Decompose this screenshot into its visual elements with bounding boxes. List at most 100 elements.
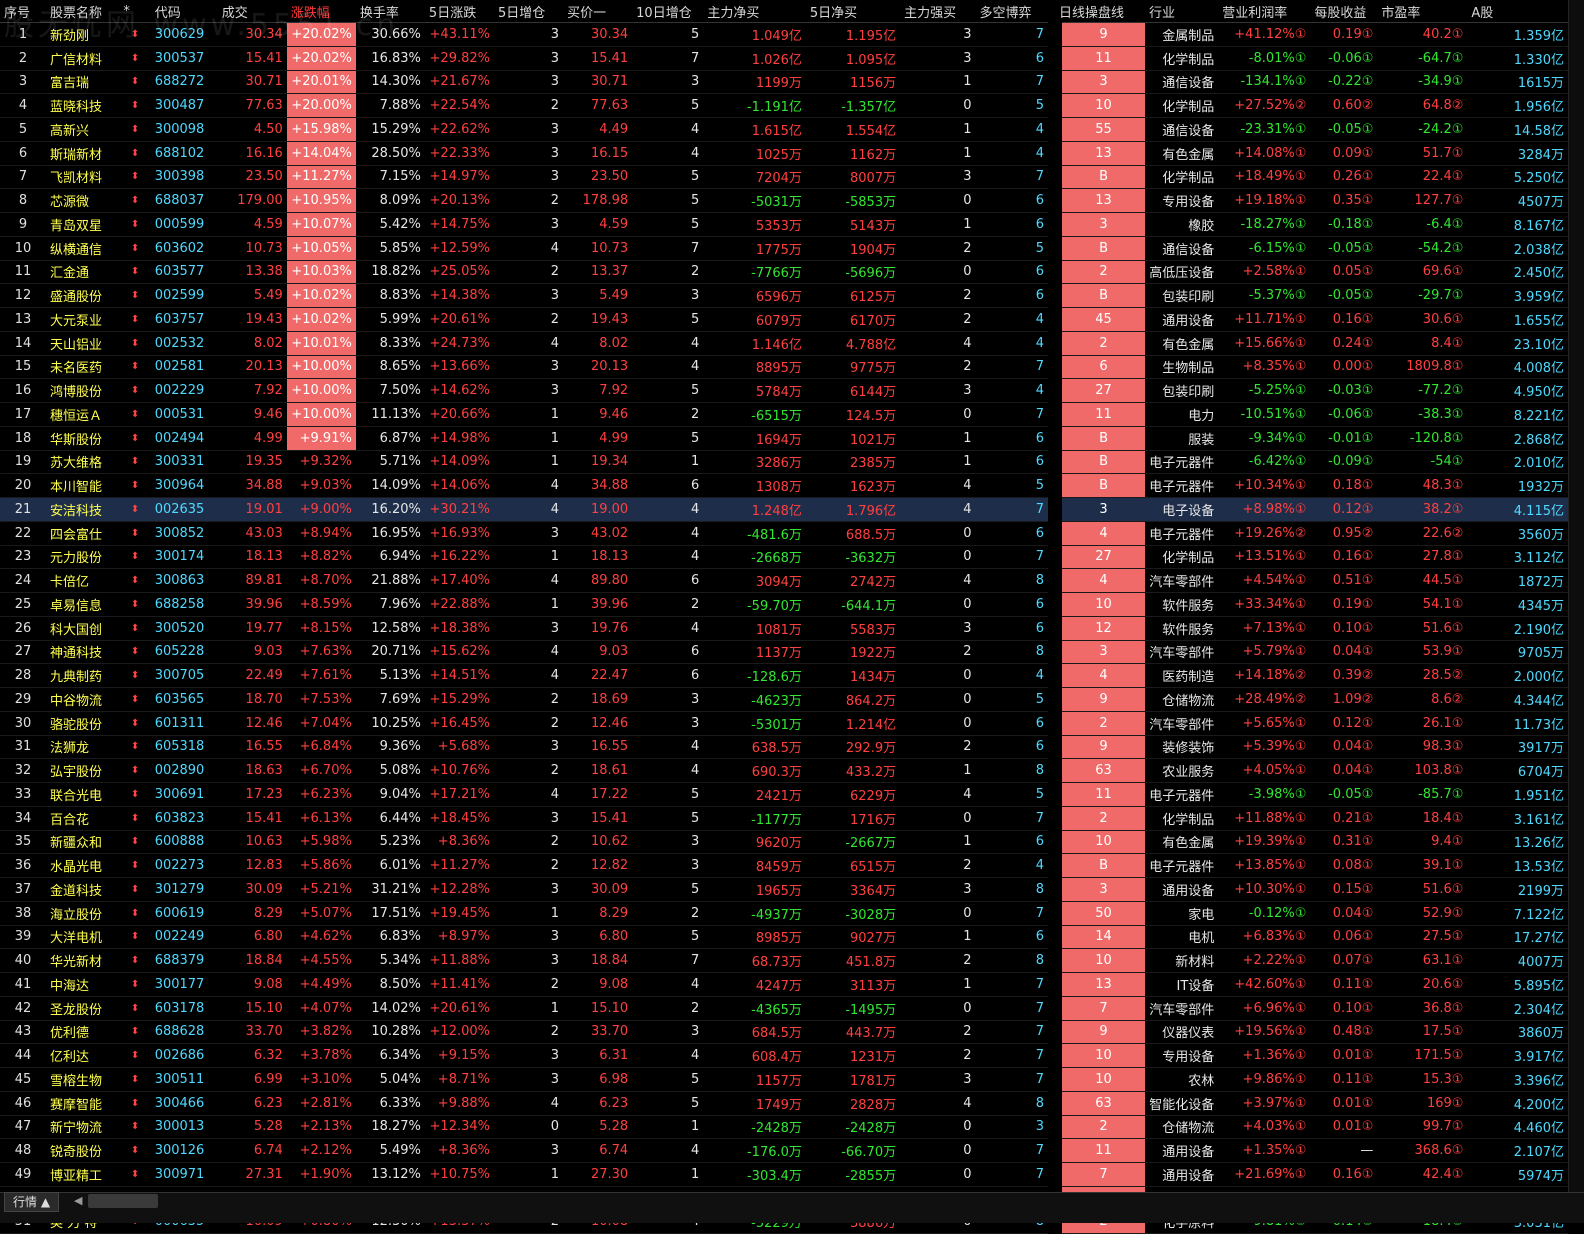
table-row[interactable]: 11 汇金通 ⬍ 603577 13.38 +10.03% 18.82% +25.05% 2 13…: [0, 260, 1568, 285]
col-header-industry[interactable]: 行业: [1145, 0, 1219, 23]
row-index: 10: [0, 236, 47, 261]
table-row[interactable]: 9 青岛双星 ⬍ 000599 4.59 +10.07% 5.42% +14.75% 3 4.59…: [0, 212, 1568, 237]
eps: 0.19①: [1310, 592, 1378, 617]
table-row[interactable]: 42 圣龙股份 ⬍ 603178 15.10 +4.07% 14.02% +20.61% 1 15…: [0, 996, 1568, 1021]
turnover: 5.99%: [355, 307, 425, 332]
col-header-eps[interactable]: 每股收益: [1310, 0, 1378, 23]
main-net-buy: -59.70万: [703, 592, 806, 617]
table-row[interactable]: 30 骆驼股份 ⬍ 601311 12.46 +7.04% 10.25% +16.45% 2 12…: [0, 711, 1568, 736]
table-row[interactable]: 3 富吉瑞 ⬍ 688272 30.71 +20.01% 14.30% +21.67% 3 30.…: [0, 70, 1568, 95]
table-row[interactable]: 7 飞凯材料 ⬍ 300398 23.50 +11.27% 7.15% +14.97% 3 23.…: [0, 165, 1568, 190]
col-header-name[interactable]: 股票名称: [46, 0, 120, 23]
net-buy-5d: 1904万: [805, 236, 901, 261]
industry: 有色金属: [1145, 331, 1219, 356]
table-row[interactable]: 32 弘宇股份 ⬍ 002890 18.63 +6.70% 5.08% +10.76% 2 18.…: [0, 758, 1568, 783]
table-row[interactable]: 35 新疆众和 ⬍ 600888 10.63 +5.98% 5.23% +8.36% 2 10.6…: [0, 830, 1568, 855]
a-shares: 14.58亿: [1467, 117, 1568, 142]
table-row[interactable]: 40 华光新材 ⬍ 688379 18.84 +4.55% 5.34% +11.88% 3 18.…: [0, 948, 1568, 973]
table-row[interactable]: 25 卓易信息 ⬍ 688258 39.96 +8.59% 7.96% +22.88% 1 39.…: [0, 592, 1568, 617]
col-header-main-net-buy[interactable]: 主力净买: [703, 0, 806, 23]
table-row[interactable]: 22 四会富仕 ⬍ 300852 43.03 +8.94% 16.95% +16.93% 3 43…: [0, 521, 1568, 546]
industry: 通用设备: [1145, 1162, 1219, 1187]
table-row[interactable]: 26 科大国创 ⬍ 300520 19.77 +8.15% 12.58% +18.38% 3 19…: [0, 616, 1568, 641]
col-header-turnover[interactable]: 换手率: [355, 0, 425, 23]
table-row[interactable]: 27 神通科技 ⬍ 605228 9.03 +7.63% 20.71% +15.62% 4 9.0…: [0, 640, 1568, 665]
col-header-5d-net-buy[interactable]: 5日净买: [805, 0, 901, 23]
table-row[interactable]: 29 中谷物流 ⬍ 603565 18.70 +7.53% 7.69% +15.29% 2 18.…: [0, 687, 1568, 712]
col-header-pe[interactable]: 市盈率: [1377, 0, 1468, 23]
net-buy-5d: 9027万: [805, 925, 901, 950]
table-row[interactable]: 38 海立股份 ⬍ 600619 8.29 +5.07% 17.51% +19.45% 1 8.2…: [0, 901, 1568, 926]
table-row[interactable]: 44 亿利达 ⬍ 002686 6.32 +3.78% 6.34% +9.15% 3 6.31 4 6…: [0, 1043, 1568, 1068]
table-row[interactable]: 48 锐奇股份 ⬍ 300126 6.74 +2.12% 5.49% +8.36% 3 6.74 4…: [0, 1138, 1568, 1163]
table-row[interactable]: 46 赛摩智能 ⬍ 300466 6.23 +2.81% 6.33% +9.88% 4 6.23 5…: [0, 1091, 1568, 1116]
table-row[interactable]: 20 本川智能 ⬍ 300964 34.88 +9.03% 14.09% +14.06% 4 34…: [0, 473, 1568, 498]
col-header-index[interactable]: 序号: [0, 0, 47, 23]
table-row[interactable]: 14 天山铝业 ⬍ 002532 8.02 +10.01% 8.33% +24.73% 4 8.0…: [0, 331, 1568, 356]
long-short: 7: [975, 901, 1056, 926]
table-row[interactable]: 18 华斯股份 ⬍ 002494 4.99 +9.91% 6.87% +14.98% 1 4.99…: [0, 426, 1568, 451]
table-row[interactable]: 36 水晶光电 ⬍ 002273 12.83 +5.86% 6.01% +11.27% 2 12.…: [0, 853, 1568, 878]
table-row[interactable]: 16 鸿博股份 ⬍ 002229 7.92 +10.00% 7.50% +14.62% 3 7.9…: [0, 378, 1568, 403]
table-row[interactable]: 45 雪榕生物 ⬍ 300511 6.99 +3.10% 5.04% +8.71% 3 6.98 5…: [0, 1067, 1568, 1092]
table-row[interactable]: 4 蓝晓科技 ⬍ 300487 77.63 +20.00% 7.88% +22.54% 2 77.…: [0, 93, 1568, 118]
turnover: 11.13%: [355, 402, 425, 427]
table-row[interactable]: 6 斯瑞新材 ⬍ 688102 16.16 +14.04% 28.50% +22.33% 3 16…: [0, 141, 1568, 166]
table-row[interactable]: 37 金道科技 ⬍ 301279 30.09 +5.21% 31.21% +12.28% 3 30…: [0, 877, 1568, 902]
horizontal-scrollbar-thumb[interactable]: [88, 1194, 158, 1208]
row-index: 35: [0, 830, 47, 855]
col-header-10d-position[interactable]: 10日增仓: [632, 0, 704, 23]
bid1: 77.63: [563, 93, 633, 118]
table-row[interactable]: 8 芯源微 ⬍ 688037 179.00 +10.95% 8.09% +20.13% 2 178…: [0, 188, 1568, 213]
col-header-bid1[interactable]: 买价一: [563, 0, 633, 23]
col-header-price[interactable]: 成交: [217, 0, 287, 23]
table-row[interactable]: 21 安洁科技 ⬍ 002635 19.01 +9.00% 16.20% +30.21% 4 19…: [0, 497, 1568, 522]
table-row[interactable]: 19 苏大维格 ⬍ 300331 19.35 +9.32% 5.71% +14.09% 1 19.…: [0, 450, 1568, 475]
net-buy-5d: 9775万: [805, 355, 901, 380]
table-row[interactable]: 12 盛通股份 ⬍ 002599 5.49 +10.02% 8.83% +14.38% 3 5.4…: [0, 283, 1568, 308]
table-row[interactable]: 33 联合光电 ⬍ 300691 17.23 +6.23% 9.04% +17.21% 4 17.…: [0, 782, 1568, 807]
op-margin: +2.22%①: [1218, 948, 1311, 973]
col-header-change[interactable]: 涨跌幅: [286, 0, 356, 23]
table-row[interactable]: 24 卡倍亿 ⬍ 300863 89.81 +8.70% 21.88% +17.40% 4 89.…: [0, 568, 1568, 593]
tab-quotes[interactable]: 行情 ▲: [4, 1192, 60, 1212]
table-row[interactable]: 23 元力股份 ⬍ 300174 18.13 +8.82% 6.94% +16.22% 1 18.…: [0, 545, 1568, 570]
table-row[interactable]: 28 九典制药 ⬍ 300705 22.49 +7.61% 5.13% +14.51% 4 22.…: [0, 663, 1568, 688]
table-row[interactable]: 43 优利德 ⬍ 688628 33.70 +3.82% 10.28% +12.00% 2 33.…: [0, 1020, 1568, 1045]
table-row[interactable]: 49 博亚精工 ⬍ 300971 27.31 +1.90% 13.12% +10.75% 1 27…: [0, 1162, 1568, 1187]
table-row[interactable]: 31 法狮龙 ⬍ 605318 16.55 +6.84% 9.36% +5.68% 3 16.55…: [0, 735, 1568, 760]
table-row[interactable]: 13 大元泵业 ⬍ 603757 19.43 +10.02% 5.99% +20.61% 2 19…: [0, 307, 1568, 332]
table-row[interactable]: 17 穗恒运Ａ ⬍ 000531 9.46 +10.00% 11.13% +20.66% 1 9.…: [0, 402, 1568, 427]
table-row[interactable]: 34 百合花 ⬍ 603823 15.41 +6.13% 6.44% +18.45% 3 15.4…: [0, 806, 1568, 831]
stock-name: 联合光电: [46, 782, 120, 807]
col-header-5d-position[interactable]: 5日增仓: [494, 0, 564, 23]
col-header-long-short[interactable]: 多空博弈: [975, 0, 1056, 23]
turnover: 12.58%: [355, 616, 425, 641]
table-row[interactable]: 41 中海达 ⬍ 300177 9.08 +4.49% 8.50% +11.41% 2 9.08 4…: [0, 972, 1568, 997]
vertical-scrollbar[interactable]: [1568, 0, 1584, 1192]
table-row[interactable]: 15 未名医药 ⬍ 002581 20.13 +10.00% 8.65% +13.66% 3 20…: [0, 355, 1568, 380]
position-5d: 1: [494, 426, 564, 451]
row-index: 6: [0, 141, 47, 166]
position-5d: 3: [494, 877, 564, 902]
col-header-a-shares[interactable]: A股: [1467, 0, 1568, 23]
col-header-code[interactable]: 代码: [150, 0, 218, 23]
table-row[interactable]: 1 新劲刚 ⬍ 300629 30.34 +20.02% 30.66% +43.11% 3 30.…: [0, 22, 1568, 47]
col-header-mark[interactable]: *: [119, 0, 151, 23]
col-header-main-strong-buy[interactable]: 主力强买: [900, 0, 976, 23]
col-header-op-margin[interactable]: 营业利润率: [1218, 0, 1311, 23]
eps: 0.01①: [1310, 1091, 1378, 1116]
position-10d: 4: [632, 758, 704, 783]
table-row[interactable]: 10 纵横通信 ⬍ 603602 10.73 +10.05% 5.85% +12.59% 4 10…: [0, 236, 1568, 261]
scroll-left-icon[interactable]: ◀: [74, 1194, 82, 1207]
table-row[interactable]: 2 广信材料 ⬍ 300537 15.41 +20.02% 16.83% +29.82% 3 15…: [0, 46, 1568, 71]
long-short: 7: [975, 545, 1056, 570]
table-row[interactable]: 5 高新兴 ⬍ 300098 4.50 +15.98% 15.29% +22.62% 3 4.49…: [0, 117, 1568, 142]
bid1: 6.31: [563, 1043, 633, 1068]
col-header-5d-change[interactable]: 5日涨跌: [424, 0, 494, 23]
col-header-daily-line[interactable]: 日线操盘线: [1055, 0, 1146, 23]
row-index: 34: [0, 806, 47, 831]
table-row[interactable]: 47 新宁物流 ⬍ 300013 5.28 +2.13% 18.27% +12.34% 0 5.2…: [0, 1115, 1568, 1140]
net-buy-5d: -644.1万: [805, 592, 901, 617]
table-row[interactable]: 39 大洋电机 ⬍ 002249 6.80 +4.62% 6.83% +8.97% 3 6.80 5…: [0, 925, 1568, 950]
